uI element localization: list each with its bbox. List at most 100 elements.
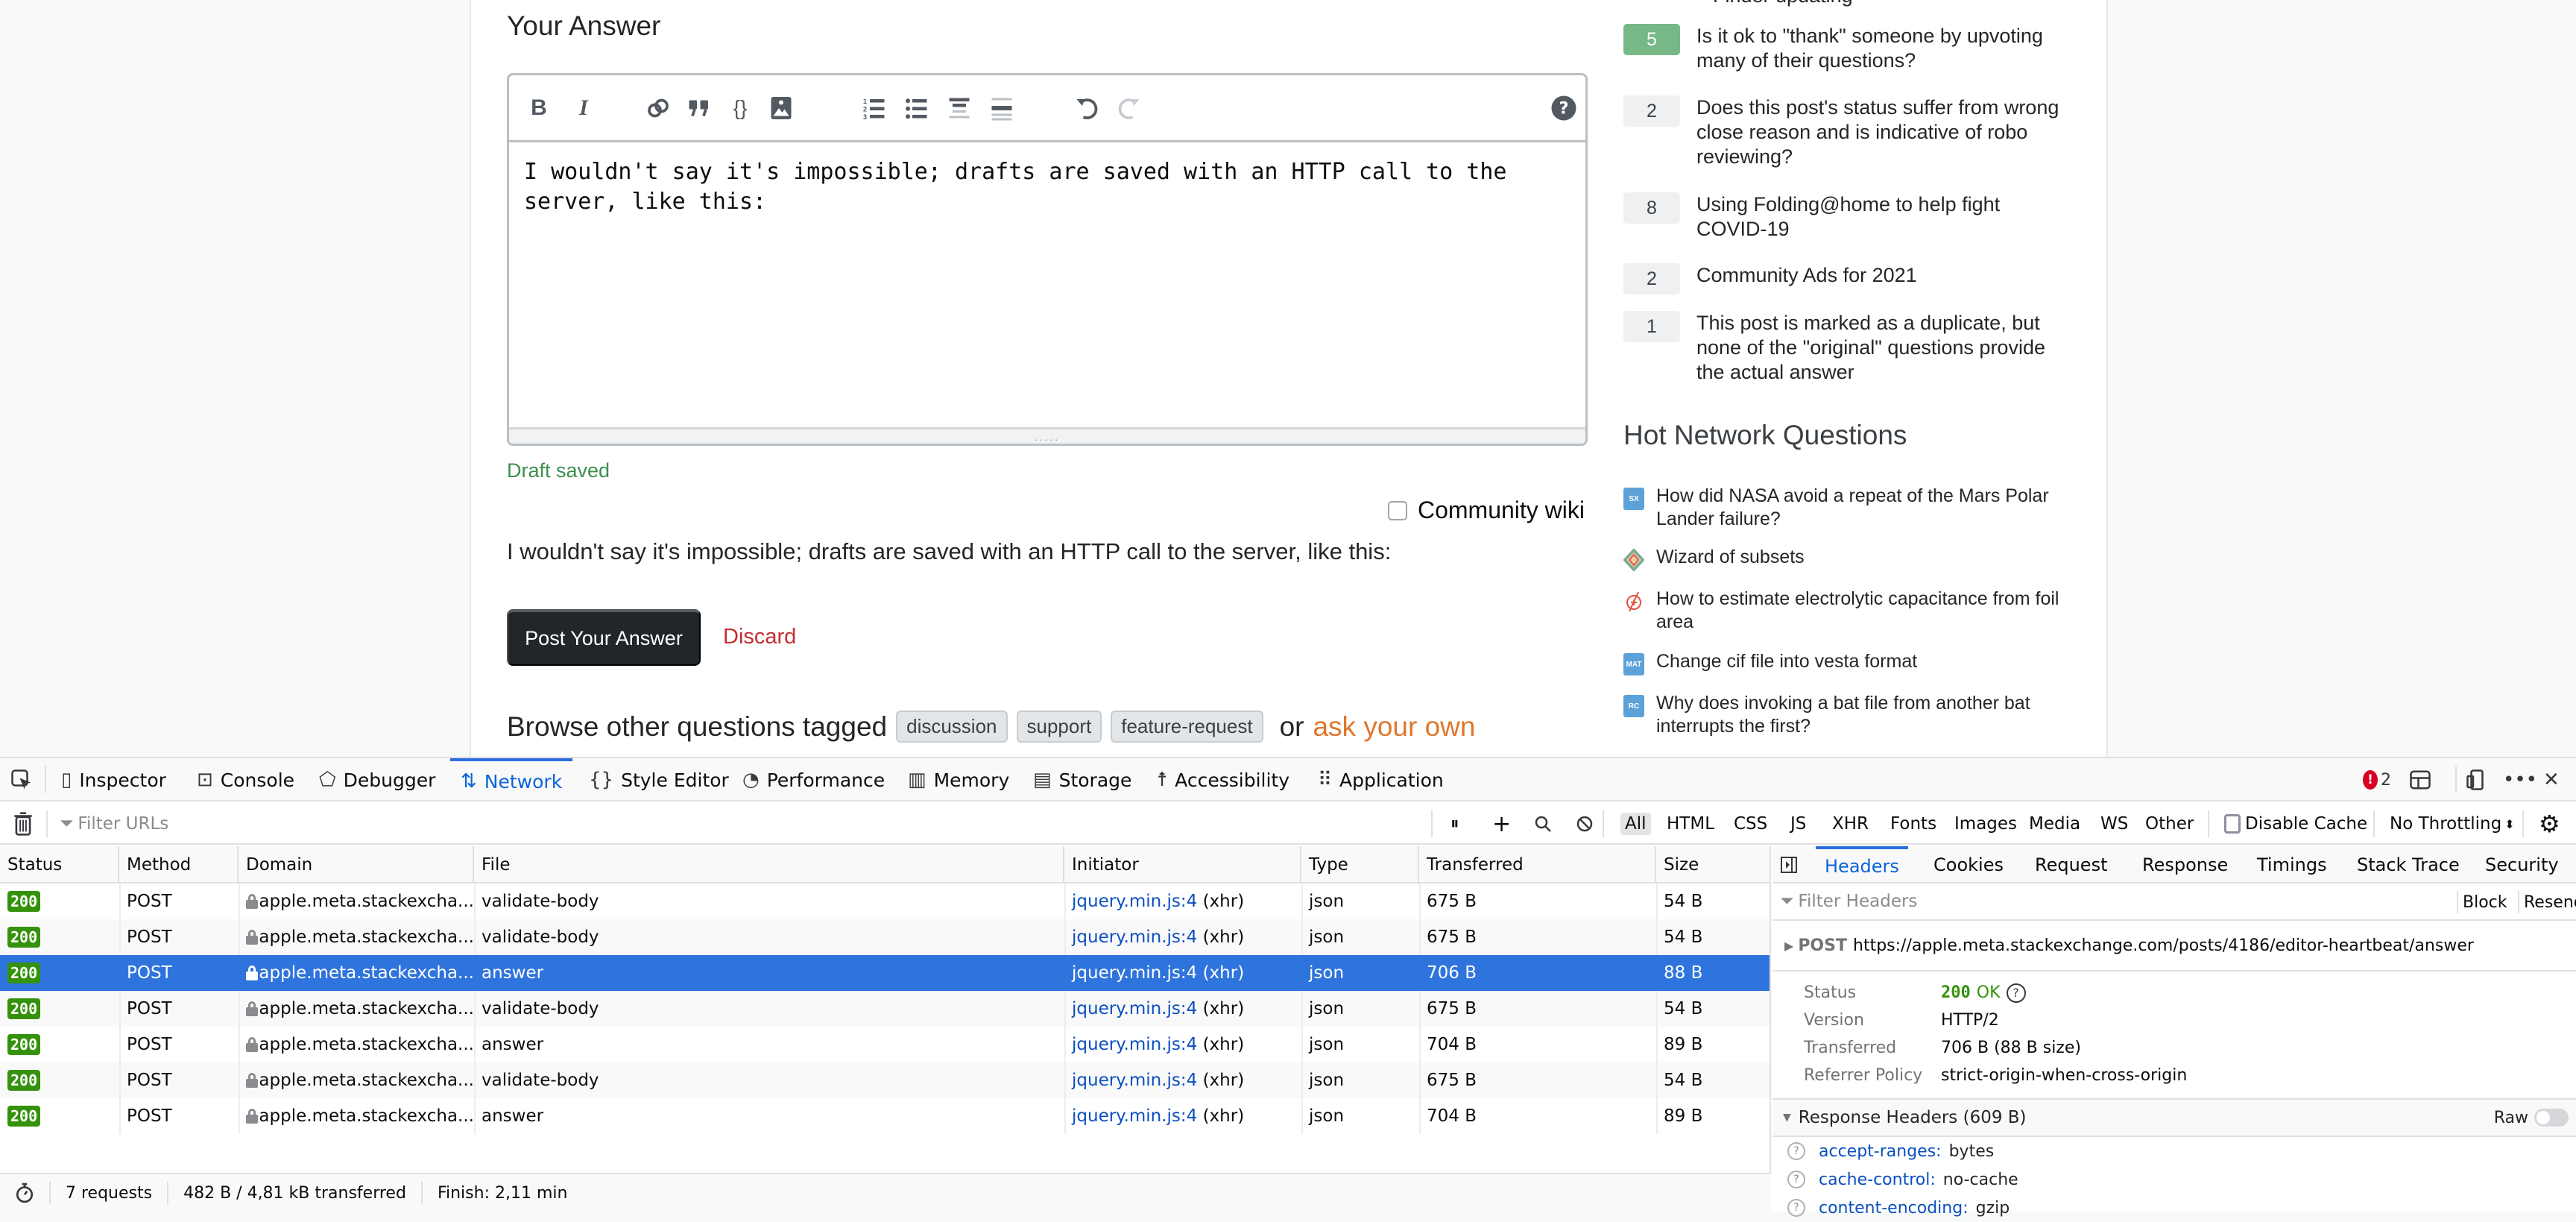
add-request-button[interactable]: +: [1488, 811, 1515, 837]
hot-question-item[interactable]: Wizard of subsets: [1623, 546, 2074, 571]
tab-timings[interactable]: Timings: [2257, 846, 2327, 884]
responsive-design-button[interactable]: [2466, 758, 2488, 801]
filter-all[interactable]: All: [1620, 813, 1651, 835]
col-size[interactable]: Size: [1656, 846, 1771, 884]
col-domain[interactable]: Domain: [239, 846, 474, 884]
raw-toggle[interactable]: Raw: [2494, 1109, 2569, 1127]
request-row[interactable]: 200 POST apple.meta.stackexcha... answer jqu…: [0, 1027, 1770, 1062]
request-row[interactable]: 200 POST apple.meta.stackexcha... validate-…: [0, 1062, 1770, 1098]
more-options-button[interactable]: •••: [2503, 758, 2537, 801]
meta-question-title[interactable]: Community Ads for 2021: [1696, 263, 2069, 288]
ask-your-own-link[interactable]: ask your own: [1313, 711, 1475, 743]
tab-cookies[interactable]: Cookies: [1933, 846, 2004, 884]
hot-question-title[interactable]: How to estimate electrolytic capacitance…: [1656, 588, 2074, 634]
meta-question-item[interactable]: 5 Is it ok to "thank" someone by upvotin…: [1623, 24, 2069, 73]
community-wiki-checkbox[interactable]: Community wiki: [1387, 497, 1585, 524]
pause-button[interactable]: ⏸: [1446, 813, 1464, 835]
search-button[interactable]: [1530, 813, 1556, 835]
bold-button[interactable]: B: [524, 93, 554, 123]
performance-analysis-button[interactable]: [0, 1182, 51, 1204]
clear-requests-button[interactable]: [13, 812, 33, 839]
tab-stack-trace[interactable]: Stack Trace: [2357, 846, 2460, 884]
initiator-link[interactable]: jquery.min.js:4: [1072, 1071, 1197, 1090]
blockquote-button[interactable]: [684, 93, 714, 123]
error-count-button[interactable]: ! 2: [2363, 758, 2391, 801]
toggle-sidebar-button[interactable]: [1780, 846, 1798, 884]
hot-question-item[interactable]: RC Why does invoking a bat file from ano…: [1623, 692, 2074, 738]
filter-html[interactable]: HTML: [1662, 813, 1719, 835]
filter-css[interactable]: CSS: [1729, 813, 1772, 835]
tag-discussion[interactable]: discussion: [896, 711, 1008, 743]
checkbox-box[interactable]: [2224, 814, 2241, 834]
disable-cache-checkbox[interactable]: Disable Cache: [2220, 813, 2372, 835]
link-button[interactable]: [643, 93, 673, 123]
bulleted-list-button[interactable]: [902, 93, 932, 123]
header-help-icon[interactable]: ?: [1787, 1199, 1805, 1217]
filter-media[interactable]: Media: [2024, 813, 2085, 835]
col-initiator[interactable]: Initiator: [1064, 846, 1301, 884]
meta-question-title[interactable]: Is it ok to "thank" someone by upvoting …: [1696, 24, 2069, 73]
hot-question-item[interactable]: MAT Change cif file into vesta format: [1623, 650, 2074, 675]
dock-layout-button[interactable]: [2409, 758, 2431, 801]
meta-question-item[interactable]: 8 Using Folding@home to help fight COVID…: [1623, 192, 2069, 242]
code-button[interactable]: {}: [725, 93, 755, 123]
meta-question-title[interactable]: Using Folding@home to help fight COVID-1…: [1696, 192, 2069, 242]
tab-performance[interactable]: ◔ Performance: [742, 758, 885, 801]
request-row[interactable]: 200 POST apple.meta.stackexcha... validate-…: [0, 919, 1770, 955]
initiator-link[interactable]: jquery.min.js:4: [1072, 963, 1197, 983]
meta-question-title[interactable]: This post is marked as a duplicate, but …: [1696, 311, 2069, 385]
filter-headers-input[interactable]: ⏷ Filter Headers Block Resend: [1772, 884, 2576, 921]
initiator-link[interactable]: jquery.min.js:4: [1072, 999, 1197, 1018]
hot-question-title[interactable]: How did NASA avoid a repeat of the Mars …: [1656, 485, 2074, 531]
throttling-select[interactable]: No Throttling ⬍: [2385, 813, 2519, 835]
horizontal-rule-button[interactable]: [987, 93, 1017, 123]
filter-other[interactable]: Other: [2141, 813, 2198, 835]
filter-ws[interactable]: WS: [2096, 813, 2133, 835]
initiator-link[interactable]: jquery.min.js:4: [1072, 1035, 1197, 1054]
request-row[interactable]: 200 POST apple.meta.stackexcha... answer jqu…: [0, 1098, 1770, 1134]
col-transferred[interactable]: Transferred: [1419, 846, 1656, 884]
raw-toggle-switch[interactable]: [2534, 1109, 2569, 1127]
editor-resize-grip[interactable]: .....: [509, 427, 1585, 444]
tab-request[interactable]: Request: [2035, 846, 2108, 884]
element-picker-button[interactable]: [10, 758, 33, 801]
hot-question-title[interactable]: Why does invoking a bat file from anothe…: [1656, 692, 2074, 738]
filter-fonts[interactable]: Fonts: [1886, 813, 1941, 835]
network-settings-button[interactable]: ⚙: [2534, 810, 2565, 838]
tab-security[interactable]: Security: [2485, 846, 2559, 884]
request-row[interactable]: 200 POST apple.meta.stackexcha... validate-…: [0, 884, 1770, 919]
resend-button[interactable]: Resend: [2518, 891, 2576, 913]
tag-support[interactable]: support: [1016, 711, 1102, 743]
tab-console[interactable]: ⊡ Console: [197, 758, 294, 801]
ordered-list-button[interactable]: 123: [859, 93, 889, 123]
help-button[interactable]: ?: [1549, 93, 1579, 123]
filter-images[interactable]: Images: [1950, 813, 2021, 835]
discard-link[interactable]: Discard: [723, 625, 796, 649]
col-type[interactable]: Type: [1301, 846, 1419, 884]
meta-question-title[interactable]: Does this post's status suffer from wron…: [1696, 95, 2069, 169]
initiator-link[interactable]: jquery.min.js:4: [1072, 892, 1197, 911]
request-url-row[interactable]: ▶ POST https://apple.meta.stackexchange.…: [1772, 921, 2576, 971]
meta-question-item[interactable]: 1 This post is marked as a duplicate, bu…: [1623, 311, 2069, 385]
tab-style-editor[interactable]: {} Style Editor: [589, 758, 729, 801]
filter-js[interactable]: JS: [1786, 813, 1811, 835]
hot-question-item[interactable]: SX How did NASA avoid a repeat of the Ma…: [1623, 485, 2074, 531]
header-help-icon[interactable]: ?: [1787, 1142, 1805, 1160]
tab-application[interactable]: ⠿ Application: [1318, 758, 1444, 801]
hot-question-title[interactable]: Wizard of subsets: [1656, 546, 2074, 569]
request-row[interactable]: 200 POST apple.meta.stackexcha... validate-…: [0, 991, 1770, 1027]
tab-accessibility[interactable]: ☨ Accessibility: [1157, 758, 1289, 801]
close-devtools-button[interactable]: ✕: [2543, 758, 2560, 801]
meta-question-item[interactable]: 2 Community Ads for 2021: [1623, 263, 2069, 295]
header-help-icon[interactable]: ?: [1787, 1171, 1805, 1188]
sidebar-partial-item[interactable]: Finder updating: [1713, 0, 2086, 8]
col-file[interactable]: File: [474, 846, 1064, 884]
heading-button[interactable]: [944, 93, 974, 123]
tab-response[interactable]: Response: [2142, 846, 2228, 884]
tab-storage[interactable]: ▤ Storage: [1033, 758, 1131, 801]
tab-debugger[interactable]: ⬠ Debugger: [319, 758, 435, 801]
undo-button[interactable]: [1072, 93, 1102, 123]
initiator-link[interactable]: jquery.min.js:4: [1072, 927, 1197, 947]
tab-memory[interactable]: ▥ Memory: [908, 758, 1009, 801]
initiator-link[interactable]: jquery.min.js:4: [1072, 1106, 1197, 1126]
